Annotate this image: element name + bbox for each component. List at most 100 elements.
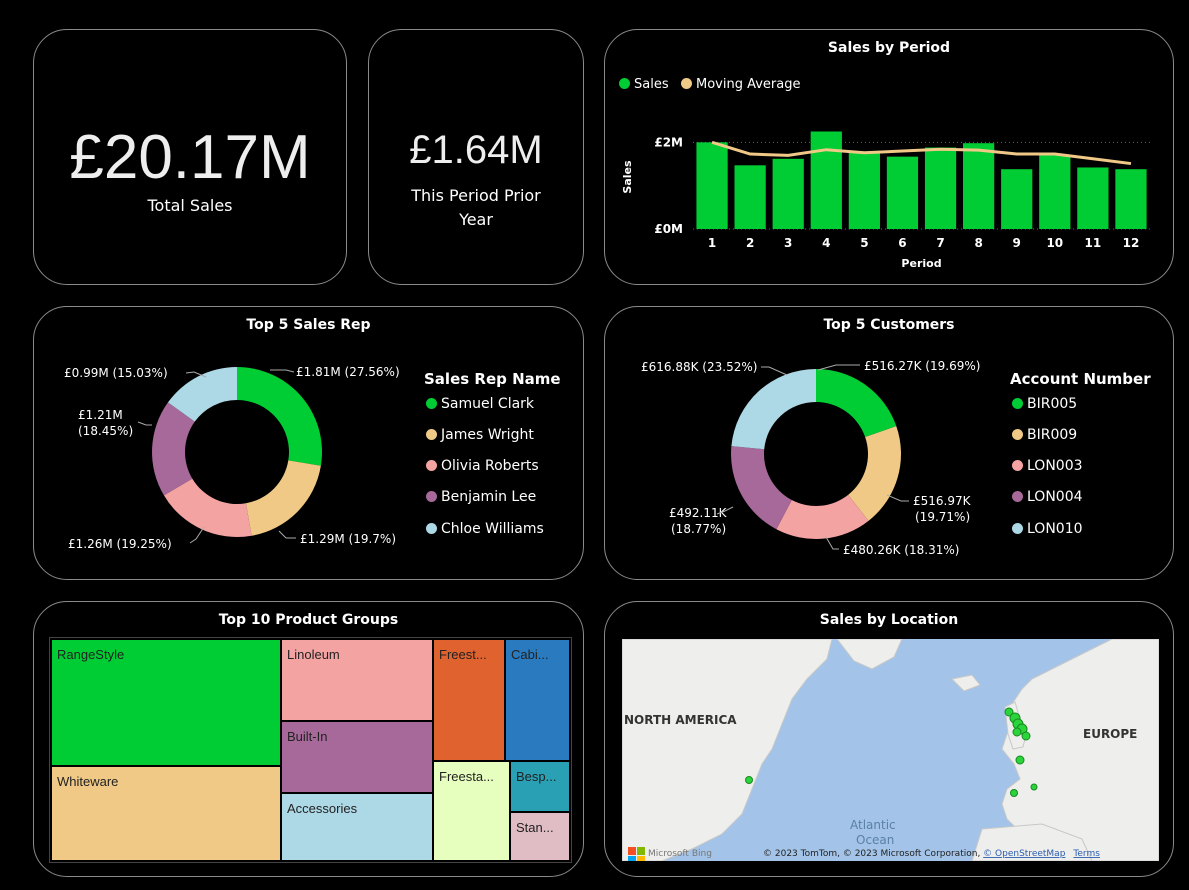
total-sales-value: £20.17M [69, 123, 311, 192]
x-tick-label: 3 [784, 236, 792, 250]
treemap-label: Cabi... [511, 647, 549, 662]
treemap-cell-standard[interactable]: Stan... [509, 811, 571, 862]
legend-item-label: BIR005 [1027, 396, 1078, 412]
legend-item-chloe-williams[interactable]: Chloe Williams [426, 521, 544, 537]
bar-period-1 [696, 142, 728, 229]
legend-item-label: LON003 [1027, 458, 1083, 474]
bar-period-9 [1001, 169, 1033, 229]
prior-year-card: £1.64M This Period Prior Year [368, 29, 584, 285]
treemap-cell-rangestyle[interactable]: RangeStyle [50, 638, 282, 767]
benjamin-lee-dot-icon [426, 491, 437, 502]
sales-map[interactable]: NORTH AMERICA EUROPE Atlantic Ocean Micr… [622, 639, 1159, 861]
treemap-label: Freesta... [439, 769, 494, 784]
treemap-label: Linoleum [287, 647, 340, 662]
map-marker[interactable] [745, 776, 753, 784]
x-tick-label: 2 [746, 236, 754, 250]
x-axis-label: Period [901, 257, 941, 270]
cust-label-4: £616.88K (23.52%) [641, 360, 757, 374]
top-sales-rep-card: Top 5 Sales Rep £1.81M (27.56%) £1.29M (… [33, 306, 584, 580]
legend-item-label: LON004 [1027, 489, 1083, 505]
map-marker[interactable] [1030, 783, 1038, 791]
treemap-cell-bespoke[interactable]: Besp... [509, 760, 571, 813]
rep-slice-james-wright [245, 460, 321, 536]
rep-label-3a: £1.21M [78, 408, 123, 422]
treemap-label: Besp... [516, 769, 557, 784]
customers-donut-chart[interactable]: £516.27K (19.69%) £516.97K (19.71%) £480… [605, 307, 1005, 579]
treemap-label: Built-In [287, 729, 328, 744]
total-sales-card: £20.17M Total Sales [33, 29, 347, 285]
x-tick-label: 9 [1013, 236, 1021, 250]
x-tick-label: 6 [898, 236, 906, 250]
leader-line [886, 494, 909, 502]
legend-item-james-wright[interactable]: James Wright [426, 427, 534, 443]
bing-attribution: Microsoft Bing [648, 849, 712, 859]
x-tick-label: 5 [860, 236, 868, 250]
treemap-cell-built-in[interactable]: Built-In [280, 720, 434, 794]
legend-item-benjamin-lee[interactable]: Benjamin Lee [426, 489, 536, 505]
map-label-atlantic: Atlantic [850, 818, 896, 832]
treemap-cell-whiteware[interactable]: Whiteware [50, 765, 282, 862]
total-sales-label: Total Sales [147, 196, 233, 215]
treemap-cell-accessories[interactable]: Accessories [280, 792, 434, 862]
legend-item-label: BIR009 [1027, 427, 1078, 443]
product-groups-card: Top 10 Product Groups RangeStyle Whitewa… [33, 601, 584, 877]
cust-slice-lon004 [731, 446, 792, 530]
y-axis-label: Sales [621, 160, 634, 194]
legend-item-lon003[interactable]: LON003 [1012, 458, 1083, 474]
treemap-cell-freestanding-2[interactable]: Freesta... [432, 760, 511, 862]
cust-slice-bir005 [816, 369, 897, 437]
x-tick-label: 7 [936, 236, 944, 250]
terms-link[interactable]: Terms [1072, 849, 1100, 859]
lon010-dot-icon [1012, 523, 1023, 534]
legend-item-label: Samuel Clark [441, 396, 535, 412]
treemap-cell-linoleum[interactable]: Linoleum [280, 638, 434, 722]
bar-period-7 [924, 147, 957, 229]
legend-item-label: Olivia Roberts [441, 458, 539, 474]
bar-period-4 [810, 131, 842, 229]
cust-label-2: £480.26K (18.31%) [843, 543, 959, 557]
top-customers-card: Top 5 Customers £516.27K (19.69%) £516.9… [604, 306, 1174, 580]
legend-item-bir009[interactable]: BIR009 [1012, 427, 1077, 443]
treemap-cell-freestanding-1[interactable]: Freest... [432, 638, 506, 762]
rep-label-2: £1.26M (19.25%) [68, 537, 172, 551]
sales-by-period-chart[interactable]: £0M£2MSales1 2 3 4 5 6 7 8 9 10 11 12Period [605, 30, 1173, 284]
sales-rep-donut-chart[interactable]: £1.81M (27.56%) £1.29M (19.7%) £1.26M (1… [34, 307, 434, 579]
map-marker[interactable] [1012, 727, 1022, 737]
map-marker[interactable] [1021, 731, 1031, 741]
microsoft-logo-icon-c [628, 856, 636, 861]
sales-rep-legend-title: Sales Rep Name [424, 370, 561, 388]
cust-slice-lon010 [731, 369, 816, 450]
prior-year-value: £1.64M [409, 128, 543, 172]
map-label-north-america: NORTH AMERICA [624, 713, 737, 727]
prior-year-label-1: This Period Prior [411, 186, 541, 205]
legend-item-bir005[interactable]: BIR005 [1012, 396, 1077, 412]
cust-label-3b: (18.77%) [671, 522, 726, 536]
treemap-label: Accessories [287, 801, 358, 816]
map-copyright: © 2023 TomTom, © 2023 Microsoft Corporat… [763, 849, 983, 859]
customers-legend-title: Account Number [1010, 370, 1151, 388]
legend-item-olivia-roberts[interactable]: Olivia Roberts [426, 458, 539, 474]
map-marker[interactable] [1010, 789, 1018, 797]
rep-label-3b: (18.45%) [78, 424, 133, 438]
legend-item-lon010[interactable]: LON010 [1012, 521, 1083, 537]
legend-item-label: Benjamin Lee [441, 489, 537, 505]
microsoft-logo-icon [628, 847, 636, 855]
x-tick-label: 1 [708, 236, 716, 250]
cust-label-1b: (19.71%) [915, 510, 970, 524]
map-label-europe: EUROPE [1083, 727, 1137, 741]
treemap-label: Freest... [439, 647, 487, 662]
treemap-cell-cabinets[interactable]: Cabi... [504, 638, 571, 762]
treemap-label: RangeStyle [57, 647, 125, 662]
legend-item-label: Chloe Williams [441, 521, 544, 537]
bar-period-5 [848, 152, 880, 229]
leader-line [761, 366, 788, 376]
map-marker[interactable] [1015, 755, 1025, 765]
legend-item-samuel-clark[interactable]: Samuel Clark [426, 396, 534, 412]
bir005-dot-icon [1012, 398, 1023, 409]
rep-label-1: £1.29M (19.7%) [300, 532, 396, 546]
osm-link[interactable]: © OpenStreetMap [983, 849, 1066, 859]
bar-period-6 [886, 156, 919, 229]
legend-item-lon004[interactable]: LON004 [1012, 489, 1083, 505]
cust-label-1a: £516.97K [913, 494, 972, 508]
prior-year-label-2: Year [459, 210, 493, 229]
